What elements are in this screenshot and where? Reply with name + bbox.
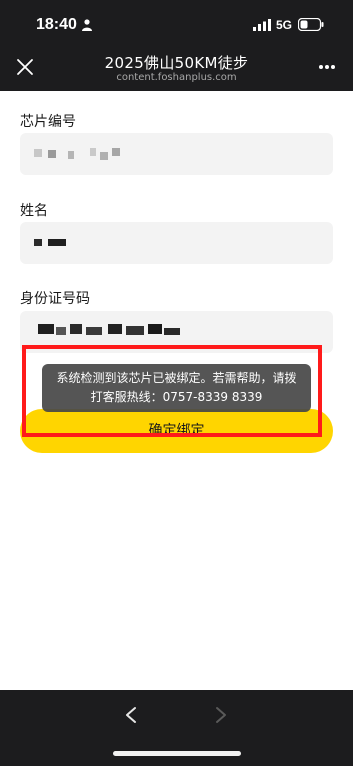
more-icon[interactable] [318,64,336,70]
masked-text [56,327,66,335]
network-label: 5G [276,18,293,32]
masked-text [164,328,180,335]
masked-text [48,150,56,158]
name-field[interactable] [20,222,333,264]
masked-text [148,324,162,334]
status-time: 18:40 [36,16,77,33]
page-title: 2025佛山50KM徒步 [104,54,249,72]
forward-icon [216,707,226,723]
masked-text [48,239,66,246]
toast-message: 系统检测到该芯片已被绑定。若需帮助，请拨 打客服热线：0757-8339 833… [42,364,311,412]
top-bar: 18:40 5G 2025佛山50KM徒步 content.foshanplus… [0,0,353,91]
toast-line-1: 系统检测到该芯片已被绑定。若需帮助，请拨 [56,371,297,385]
masked-text [108,324,122,334]
masked-text [38,324,54,334]
toast-line-2: 打客服热线：0757-8339 8339 [90,390,263,404]
chip-number-field[interactable] [20,133,333,175]
masked-text [126,326,144,335]
masked-text [90,148,96,156]
home-indicator [113,751,241,756]
masked-text [86,327,102,335]
id-number-label: 身份证号码 [20,291,90,307]
masked-text [112,148,120,156]
name-label: 姓名 [20,203,48,219]
masked-text [68,151,74,159]
person-icon [82,19,92,31]
signal-icon [253,19,271,31]
back-icon[interactable] [124,706,138,724]
chip-number-label: 芯片编号 [20,114,76,130]
battery-icon [298,18,324,31]
page-subtitle: content.foshanplus.com [116,72,237,83]
masked-text [70,324,82,334]
masked-text [34,239,42,246]
masked-text [100,152,108,160]
masked-text [34,149,42,157]
